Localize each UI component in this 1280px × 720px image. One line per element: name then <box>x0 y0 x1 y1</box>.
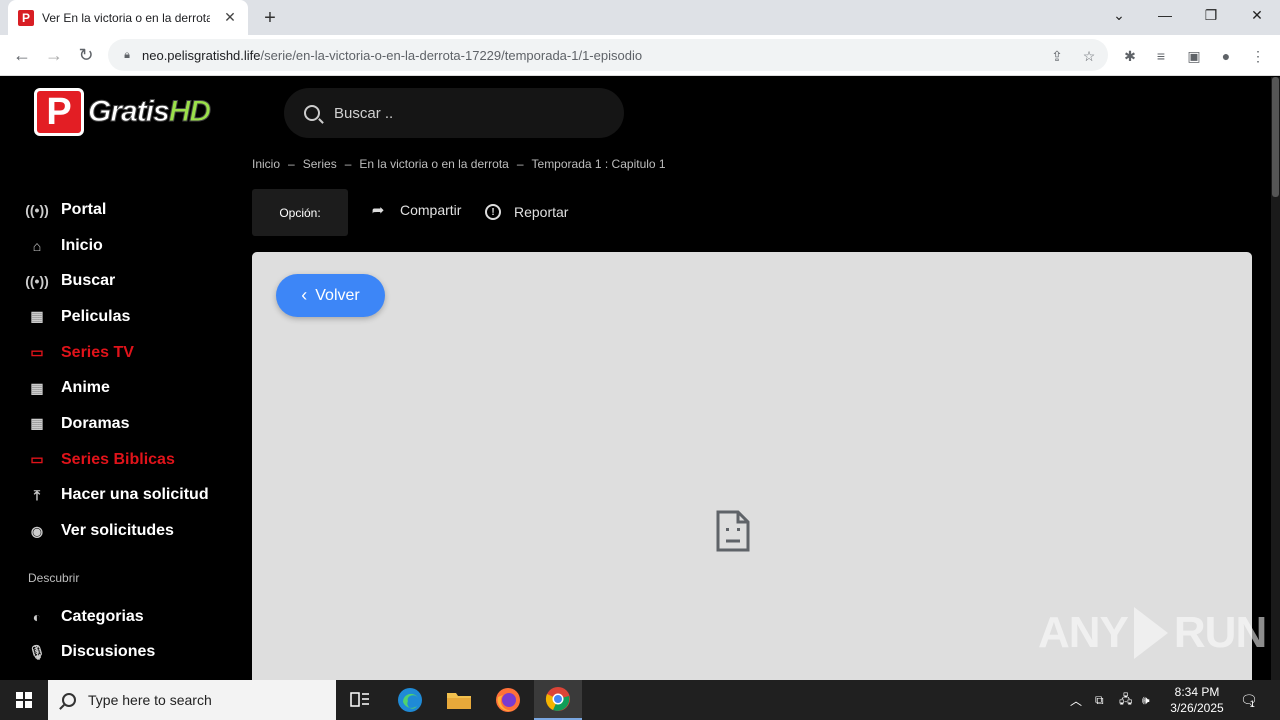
broken-file-icon <box>716 510 750 552</box>
option-selector[interactable]: Opción: <box>252 189 348 236</box>
tab-title: Ver En la victoria o en la derrota <box>42 10 210 25</box>
breadcrumb-show[interactable]: En la victoria o en la derrota <box>359 157 508 171</box>
sidebar-item-discusiones[interactable]: 🎙︎ Discusiones <box>28 635 248 671</box>
sidebar-item-inicio[interactable]: ⌂ Inicio <box>28 228 248 264</box>
site-search[interactable] <box>284 88 624 138</box>
logo-letter: P <box>34 88 84 136</box>
sidebar-item-series-biblicas[interactable]: ▭ Series Biblicas <box>28 442 248 478</box>
breadcrumb-series[interactable]: Series <box>303 157 337 171</box>
start-button[interactable] <box>0 680 48 720</box>
play-icon <box>1133 607 1168 659</box>
chrome-icon[interactable] <box>534 680 582 720</box>
broadcast-icon: ((•)) <box>25 273 49 290</box>
breadcrumb-separator: – <box>288 157 295 171</box>
home-icon: ⌂ <box>32 237 42 254</box>
film-icon: ▦ <box>30 308 44 325</box>
sidebar-item-peliculas[interactable]: ▦ Peliculas <box>28 299 248 335</box>
sidebar-item-ver-solicitudes[interactable]: ◉ Ver solicitudes <box>28 513 248 549</box>
chevron-left-icon: ‹ <box>301 285 308 305</box>
page-scrollbar[interactable] <box>1271 77 1280 680</box>
sidebar-item-series-tv[interactable]: ▭ Series TV <box>28 335 248 371</box>
broadcast-icon: ((•)) <box>25 201 49 218</box>
windows-taskbar: Type here to search ︿ ⧉ 🖧︎ 🕪︎ 8:34 PM 3/… <box>0 680 1280 720</box>
sidebar-item-doramas[interactable]: ▦ Doramas <box>28 406 248 442</box>
forward-arrow-icon[interactable]: → <box>40 41 68 69</box>
share-page-icon[interactable]: ⇪ <box>1048 47 1066 65</box>
film-icon: ▦ <box>30 415 44 432</box>
half-circle-icon: ◐ <box>32 608 42 625</box>
minimize-button[interactable]: — <box>1142 0 1188 30</box>
side-panel-icon[interactable]: ▣ <box>1184 46 1204 66</box>
upload-icon: ⤒ <box>33 486 41 503</box>
tv-icon: ▭ <box>30 451 44 468</box>
web-page: P GratisHD ((•)) Portal ⌂ Inicio ((•)) B… <box>0 77 1280 680</box>
site-favicon-icon: P <box>18 9 34 26</box>
report-button[interactable]: ! Reportar <box>485 204 568 220</box>
share-arrow-icon: ➦ <box>371 202 385 219</box>
site-logo[interactable]: P GratisHD <box>34 88 212 136</box>
eye-icon: ◉ <box>30 522 44 539</box>
reload-icon[interactable]: ↻ <box>72 41 100 69</box>
restore-button[interactable]: ❐ <box>1188 0 1234 30</box>
breadcrumb-inicio[interactable]: Inicio <box>252 157 280 171</box>
volver-button[interactable]: ‹ Volver <box>276 274 385 317</box>
lock-icon[interactable]: 🔒︎ <box>120 48 134 62</box>
search-icon <box>62 693 76 707</box>
new-tab-button[interactable]: + <box>258 6 282 30</box>
breadcrumb: Inicio – Series – En la victoria o en la… <box>252 157 666 171</box>
notification-icon[interactable]: 🗨︎ 1 <box>1240 680 1258 720</box>
extensions-icon[interactable]: ✱ <box>1120 46 1140 66</box>
sidebar-item-hacer-solicitud[interactable]: ⤒ Hacer una solicitud <box>28 478 248 514</box>
browser-toolbar: ← → ↻ 🔒︎ neo.pelisgratishd.life/serie/en… <box>0 35 1280 76</box>
film-icon: ▦ <box>30 379 44 396</box>
windows-logo-icon <box>16 692 32 708</box>
taskbar-search[interactable]: Type here to search <box>48 680 336 720</box>
close-window-button[interactable]: ✕ <box>1234 0 1280 30</box>
search-input[interactable] <box>334 104 594 122</box>
sidebar-nav: ((•)) Portal ⌂ Inicio ((•)) Buscar ▦ Pel… <box>25 192 248 671</box>
address-bar[interactable]: 🔒︎ neo.pelisgratishd.life/serie/en-la-vi… <box>108 39 1108 71</box>
url-text: neo.pelisgratishd.life/serie/en-la-victo… <box>142 47 643 63</box>
tray-chevron-icon[interactable]: ︿ <box>1070 680 1082 720</box>
search-icon <box>304 105 320 121</box>
edge-icon[interactable] <box>386 680 434 720</box>
file-explorer-icon[interactable] <box>435 680 483 720</box>
sidebar-item-buscar[interactable]: ((•)) Buscar <box>25 263 248 299</box>
sidebar-item-anime[interactable]: ▦ Anime <box>28 370 248 406</box>
back-arrow-icon[interactable]: ← <box>8 41 36 69</box>
share-button[interactable]: ➦ Compartir <box>369 201 462 219</box>
breadcrumb-separator: – <box>516 157 524 171</box>
sidebar-section-label: Descubrir <box>28 570 80 585</box>
tray-device-icon[interactable]: ⧉ <box>1095 680 1104 720</box>
close-tab-icon[interactable]: ✕ <box>222 9 238 26</box>
tab-search-icon[interactable]: ⌄ <box>1096 0 1142 30</box>
logo-text: GratisHD <box>88 95 212 129</box>
profile-icon[interactable]: ● <box>1216 46 1236 66</box>
sidebar-item-portal[interactable]: ((•)) Portal <box>25 192 248 228</box>
menu-icon[interactable]: ⋮ <box>1248 46 1268 66</box>
tab-strip: P Ver En la victoria o en la derrota ✕ +… <box>0 0 1280 35</box>
task-view-icon[interactable] <box>336 680 384 720</box>
bookmark-star-icon[interactable]: ☆ <box>1080 47 1098 65</box>
taskbar-clock[interactable]: 8:34 PM 3/26/2025 <box>1162 684 1232 716</box>
firefox-icon[interactable] <box>484 680 532 720</box>
browser-tab[interactable]: P Ver En la victoria o en la derrota ✕ <box>8 0 248 35</box>
anyrun-watermark: ANY RUN <box>1038 607 1267 659</box>
network-icon[interactable]: 🖧︎ <box>1119 680 1132 720</box>
microphone-icon: 🎙︎ <box>28 643 46 660</box>
breadcrumb-separator: – <box>344 157 352 171</box>
media-controls-icon[interactable]: ≡ <box>1151 46 1171 66</box>
alert-circle-icon: ! <box>485 204 501 220</box>
sidebar-item-categorias[interactable]: ◐ Categorias <box>28 599 248 635</box>
tv-icon: ▭ <box>30 344 44 361</box>
scrollbar-thumb[interactable] <box>1272 77 1279 197</box>
volume-icon[interactable]: 🕪︎ <box>1142 680 1150 720</box>
breadcrumb-episode: Temporada 1 : Capitulo 1 <box>531 157 666 171</box>
